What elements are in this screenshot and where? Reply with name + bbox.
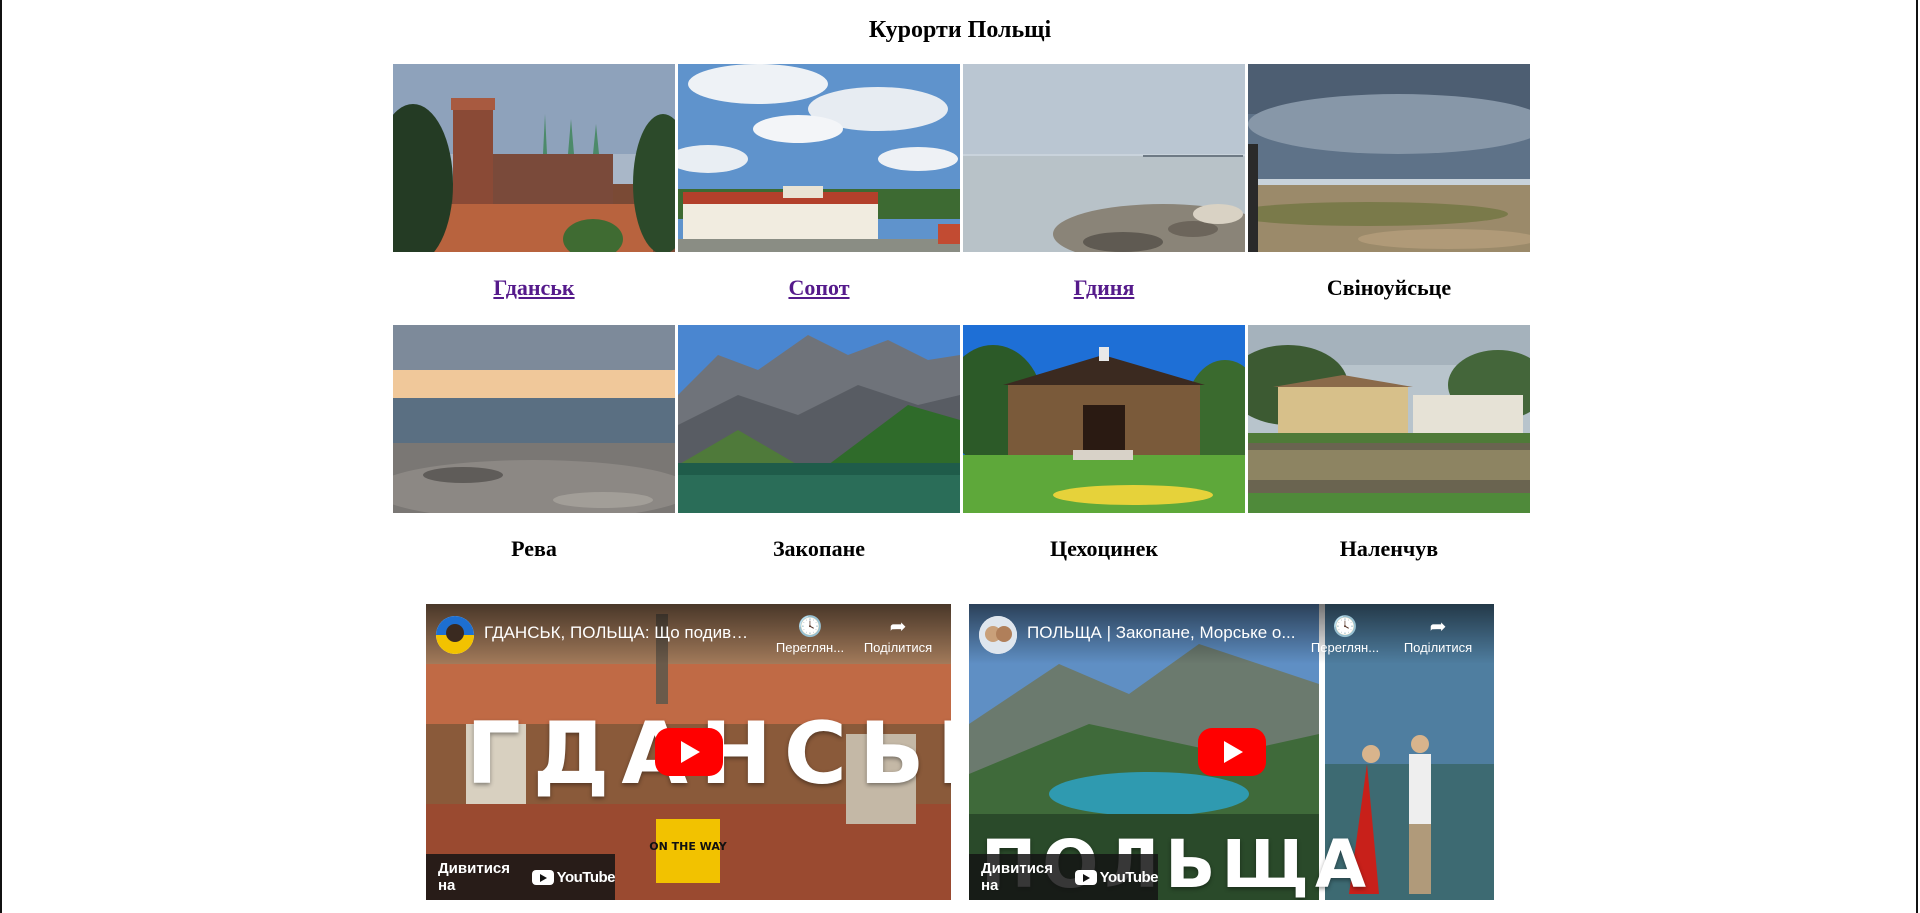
swinoujscie-photo	[1248, 64, 1530, 252]
youtube-wordmark: YouTube	[1099, 868, 1159, 886]
share-button-gdansk[interactable]: ➦ Поділитися	[858, 614, 938, 655]
play-button-zakopane[interactable]	[1198, 728, 1266, 776]
clock-icon: 🕓	[797, 616, 823, 638]
resort-card-gdansk: Гданськ	[393, 64, 675, 325]
youtube-logo: YouTube	[1074, 868, 1159, 886]
watch-on-label: Дивитися на	[981, 860, 1054, 894]
resort-card-ciechocinek: Цехоцинек	[963, 325, 1245, 586]
resort-card-sopot: Сопот	[678, 64, 960, 325]
resort-card-rewa: Рева	[393, 325, 675, 586]
resort-card-gdynia: Гдиня	[963, 64, 1245, 325]
share-icon: ➦	[1429, 616, 1447, 638]
resort-card-zakopane: Закопане	[678, 325, 960, 586]
watch-on-label: Дивитися на	[438, 860, 511, 894]
watch-later-label: Переглян...	[1310, 640, 1380, 655]
youtube-play-icon	[531, 869, 554, 885]
naleczow-photo	[1248, 325, 1530, 513]
resort-link-gdansk[interactable]: Гданськ	[493, 276, 574, 299]
play-button-gdansk[interactable]	[654, 728, 723, 776]
sopot-photo	[678, 64, 960, 252]
youtube-embed-zakopane[interactable]: ПОЛЬЩА ПОЛЬЩА | Закопане, Морське о... 🕓…	[969, 604, 1494, 900]
resort-grid: Гданськ Сопот Гдиня Свіноуйсьце Рева Зак…	[393, 64, 1530, 586]
clock-icon: 🕓	[1332, 616, 1358, 638]
watch-on-youtube-zakopane[interactable]: Дивитися на YouTube	[969, 854, 1159, 900]
watch-on-youtube-gdansk[interactable]: Дивитися на YouTube	[426, 854, 616, 900]
zakopane-photo	[678, 325, 960, 513]
resort-caption-gdansk: Гданськ	[393, 252, 675, 325]
rewa-photo	[393, 325, 675, 513]
video-title-zakopane[interactable]: ПОЛЬЩА | Закопане, Морське о...	[1027, 623, 1297, 643]
resort-row-1: Гданськ Сопот Гдиня Свіноуйсьце	[393, 64, 1530, 325]
resort-row-2: Рева Закопане Цехоцинек Наленчув	[393, 325, 1530, 586]
resort-caption-rewa: Рева	[511, 535, 557, 561]
gdansk-photo	[393, 64, 675, 252]
resort-caption-ciechocinek: Цехоцинек	[1049, 535, 1159, 561]
resort-link-gdynia[interactable]: Гдиня	[1074, 276, 1135, 299]
video-title-gdansk[interactable]: ГДАНСЬК, ПОЛЬЩА: Що подиви...	[484, 623, 754, 643]
resort-caption-swinoujscie: Свіноуйсьце	[1326, 274, 1452, 300]
youtube-play-icon	[1074, 869, 1097, 885]
resort-caption-naleczow: Наленчув	[1339, 535, 1439, 561]
watch-later-button-gdansk[interactable]: 🕓 Переглян...	[770, 614, 850, 655]
resort-caption-zakopane: Закопане	[772, 535, 866, 561]
resort-card-swinoujscie: Свіноуйсьце	[1248, 64, 1530, 325]
channel-avatar-gdansk[interactable]	[436, 616, 474, 654]
youtube-embed-gdansk[interactable]: ON THE WAY ГДАНСЬК ГДАНСЬК, ПОЛЬЩА: Що п…	[426, 604, 951, 900]
resort-caption-sopot: Сопот	[678, 252, 960, 325]
youtube-wordmark: YouTube	[556, 868, 616, 886]
youtube-logo: YouTube	[531, 868, 616, 886]
share-button-zakopane[interactable]: ➦ Поділитися	[1393, 614, 1483, 655]
badge-text: ON THE WAY	[649, 840, 728, 853]
ciechocinek-photo	[963, 325, 1245, 513]
share-icon: ➦	[889, 616, 907, 638]
watch-later-label: Переглян...	[775, 640, 845, 655]
share-label: Поділитися	[863, 640, 933, 655]
resort-caption-gdynia: Гдиня	[963, 252, 1245, 325]
share-label: Поділитися	[1403, 640, 1473, 655]
gdynia-photo	[963, 64, 1245, 252]
resort-card-naleczow: Наленчув	[1248, 325, 1530, 586]
page-title: Курорти Польщі	[868, 17, 1052, 43]
resort-link-sopot[interactable]: Сопот	[788, 276, 849, 299]
watch-later-button-zakopane[interactable]: 🕓 Переглян...	[1305, 614, 1385, 655]
channel-avatar-zakopane[interactable]	[979, 616, 1017, 654]
